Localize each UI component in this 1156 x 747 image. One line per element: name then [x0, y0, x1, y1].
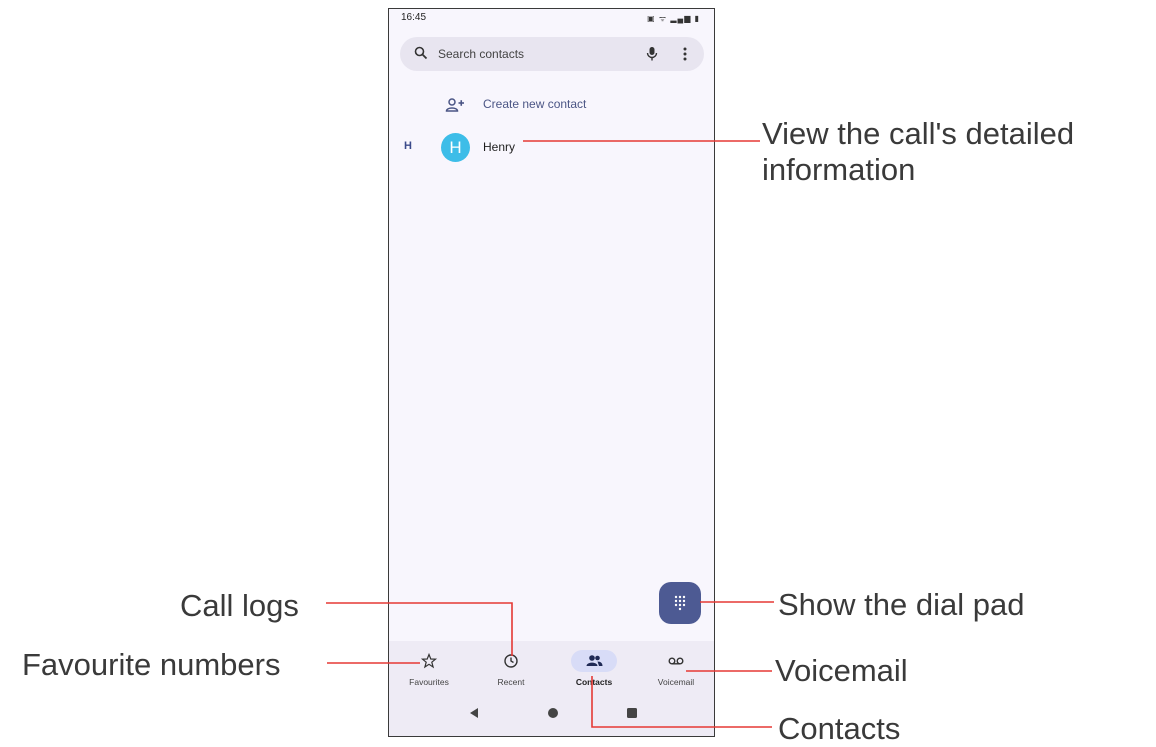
callout-detail-line2: information	[762, 151, 916, 187]
contacts-callout-line	[591, 676, 772, 728]
callout-contacts: Contacts	[778, 711, 901, 746]
callout-detail: View the call's detailed information	[762, 116, 1074, 187]
callout-lines	[326, 140, 774, 728]
callout-dialpad: Show the dial pad	[778, 587, 1025, 622]
call-logs-callout-line	[326, 602, 513, 656]
callout-voicemail: Voicemail	[775, 653, 908, 688]
callout-favourites: Favourite numbers	[22, 647, 281, 682]
callout-call-logs: Call logs	[180, 588, 299, 623]
callout-detail-line1: View the call's detailed	[762, 116, 1075, 151]
